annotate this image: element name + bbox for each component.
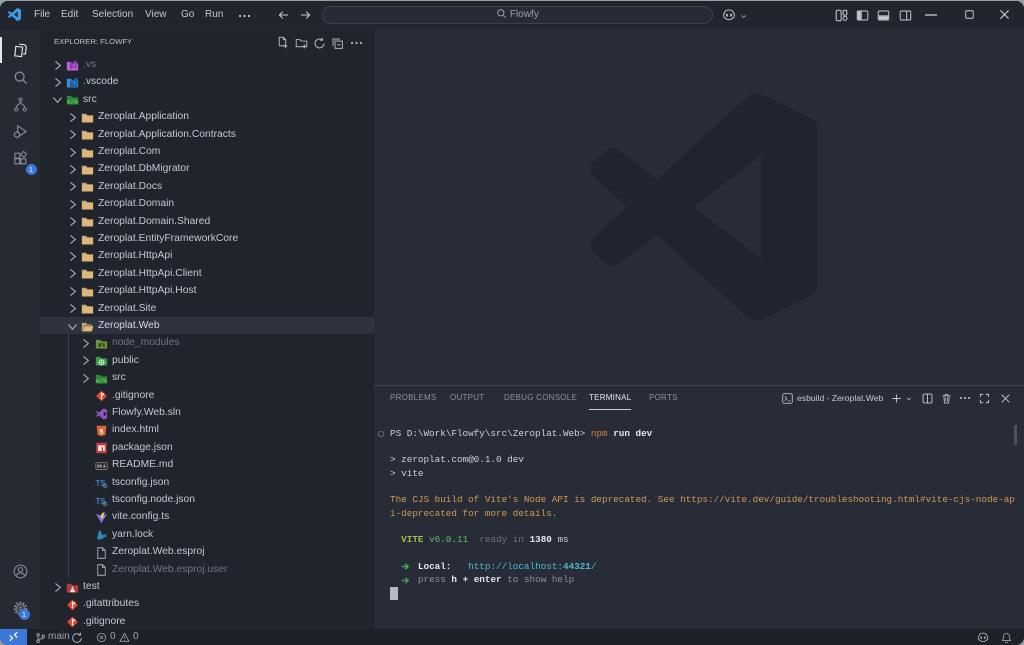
- svg-text:</>: </>: [96, 377, 108, 384]
- svg-text:TS: TS: [95, 479, 105, 488]
- svg-text:</>: </>: [67, 99, 79, 106]
- svg-text:5: 5: [100, 428, 104, 436]
- svg-text:TS: TS: [95, 496, 105, 505]
